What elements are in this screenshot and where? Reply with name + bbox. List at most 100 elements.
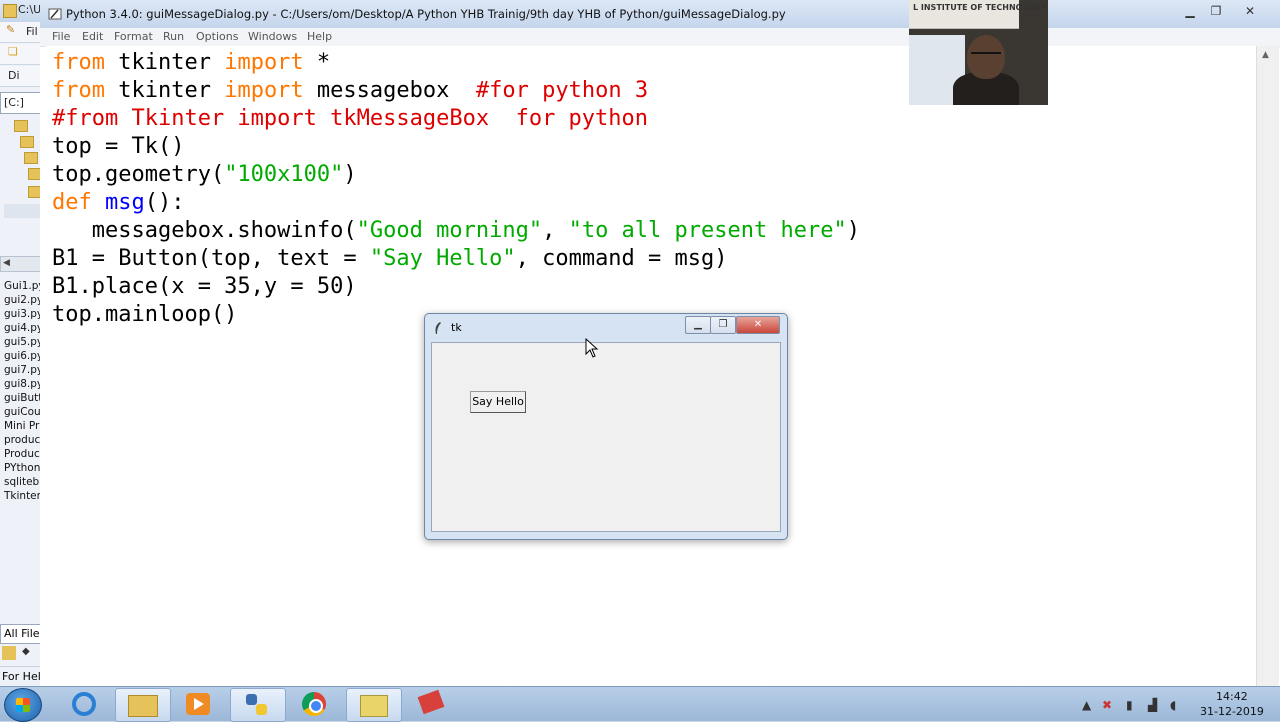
tray-arrow-icon[interactable]: ▲	[1082, 698, 1091, 712]
menu-windows[interactable]: Windows	[248, 30, 297, 43]
string-literal: "Say Hello"	[369, 246, 516, 271]
menu-edit[interactable]: Edit	[82, 30, 103, 43]
tree-horizontal-scrollbar[interactable]: ◀	[0, 256, 42, 272]
maximize-button[interactable]: ❐	[1202, 2, 1230, 20]
sign-text: L INSTITUTE OF TECHNOLOGY	[913, 3, 1047, 12]
file-item[interactable]: Produc	[0, 447, 40, 461]
scroll-up-icon[interactable]: ▲	[1262, 50, 1269, 60]
code-text: ():	[144, 190, 185, 215]
explorer-title: C:\U	[18, 3, 42, 16]
taskbar-python[interactable]	[230, 688, 286, 722]
code-line: B1.place(x = 35,y = 50)	[52, 273, 357, 301]
tree-folder-icon[interactable]	[20, 136, 34, 148]
code-line: top.mainloop()	[52, 301, 237, 329]
menu-help[interactable]: Help	[307, 30, 332, 43]
file-item[interactable]: Tkinter	[0, 489, 40, 503]
filter-label: All File	[4, 627, 40, 640]
code-text: ,	[542, 218, 569, 243]
drive-selector[interactable]: [C:]	[0, 92, 42, 114]
code-line: B1 = Button(top, text = "Say Hello", com…	[52, 245, 728, 273]
file-item[interactable]: guiButt	[0, 391, 40, 405]
taskbar-media-player[interactable]	[172, 688, 226, 720]
taskbar-app[interactable]	[404, 688, 458, 720]
taskbar-chrome[interactable]	[288, 688, 342, 720]
tk-close-button[interactable]: ✕	[736, 316, 780, 334]
start-button[interactable]	[4, 688, 42, 722]
file-item[interactable]: gui6.py	[0, 349, 40, 363]
institute-sign: L INSTITUTE OF TECHNOLOGY	[909, 0, 1046, 29]
keyword: import	[224, 50, 304, 75]
code-text: )	[846, 218, 860, 243]
taskbar-files[interactable]	[346, 688, 402, 722]
folder-icon[interactable]	[2, 646, 16, 660]
say-hello-button[interactable]: Say Hello	[470, 391, 526, 413]
battery-icon[interactable]: ▮	[1126, 698, 1133, 712]
code-line: top = Tk()	[52, 133, 184, 161]
menu-run[interactable]: Run	[163, 30, 184, 43]
tree-folder-icon[interactable]	[24, 152, 38, 164]
file-item[interactable]: gui2.py	[0, 293, 40, 307]
webcam-overlay: L INSTITUTE OF TECHNOLOGY	[909, 0, 1048, 105]
tree-folder-icon[interactable]	[14, 120, 28, 132]
explorer-toolbar-2[interactable]: ❏	[0, 44, 44, 65]
explorer-titlebar[interactable]: C:\U	[0, 0, 44, 22]
file-filter-select[interactable]: All File	[0, 624, 42, 644]
menu-options[interactable]: Options	[196, 30, 238, 43]
taskbar-explorer[interactable]	[115, 688, 171, 722]
eraser-icon	[417, 689, 445, 715]
menu-bar: File Edit Format Run Options Windows Hel…	[40, 28, 1280, 47]
file-item[interactable]: gui5.py	[0, 335, 40, 349]
chrome-center-icon	[309, 699, 323, 713]
string-literal: "Good morning"	[356, 218, 543, 243]
explorer-dir-label: Di	[0, 66, 44, 87]
code-text: *	[303, 50, 331, 75]
taskbar-ie[interactable]	[58, 688, 112, 720]
volume-icon[interactable]: ◖	[1170, 698, 1176, 712]
keyword: from	[52, 78, 105, 103]
file-list: Gui1.py gui2.py gui3.py gui4.py gui5.py …	[0, 279, 40, 503]
menu-file[interactable]: File	[52, 30, 70, 43]
tk-client-area: Say Hello	[431, 342, 781, 532]
play-icon	[194, 698, 204, 710]
string-literal: "to all present here"	[568, 218, 847, 243]
file-item[interactable]: gui3.py	[0, 307, 40, 321]
minimize-button[interactable]: ▁	[1176, 2, 1204, 20]
scroll-left-icon[interactable]: ◀	[3, 258, 10, 268]
code-text: top.mainloop()	[52, 302, 238, 327]
idle-titlebar[interactable]: Python 3.4.0: guiMessageDialog.py - C:/U…	[40, 0, 1280, 29]
string-literal: "100x100"	[224, 162, 344, 187]
background-explorer-window: C:\U Fil ✎ ❏ Di [C:] ◀ Gui1.py gui2.py g…	[0, 0, 45, 686]
file-item[interactable]: gui8.py	[0, 377, 40, 391]
tk-maximize-button[interactable]: ❐	[710, 316, 736, 334]
code-text: tkinter	[104, 78, 225, 103]
diamond-icon[interactable]: ◆	[22, 646, 30, 657]
signal-icon[interactable]: ▟	[1148, 698, 1157, 712]
network-error-icon[interactable]: ✖	[1102, 698, 1112, 712]
clock-date[interactable]: 31-12-2019	[1200, 705, 1264, 718]
file-item[interactable]: sqliteb	[0, 475, 40, 489]
code-text: B1.place(x = 35,y = 50)	[52, 274, 357, 299]
menu-format[interactable]: Format	[114, 30, 153, 43]
file-item[interactable]: guiCou	[0, 405, 40, 419]
tk-minimize-button[interactable]: ▁	[685, 316, 711, 334]
status-text: For Hel	[2, 670, 41, 683]
tree-selected-row[interactable]	[4, 204, 40, 218]
explorer-statusbar: For Hel	[0, 666, 44, 686]
file-item[interactable]: Mini Pr	[0, 419, 40, 433]
file-item[interactable]: gui4.py	[0, 321, 40, 335]
file-item[interactable]: produc	[0, 433, 40, 447]
pencil-icon: ✎	[6, 23, 16, 36]
comment: #from Tkinter import tkMessageBox for py…	[52, 106, 649, 131]
clock-time[interactable]: 14:42	[1216, 690, 1248, 703]
code-text: messagebox	[303, 78, 476, 103]
explorer-toolbar[interactable]: Fil ✎	[0, 22, 44, 43]
file-item[interactable]: gui7.py	[0, 363, 40, 377]
editor-vertical-scrollbar[interactable]: ▲	[1256, 46, 1279, 686]
file-item[interactable]: PYthon	[0, 461, 40, 475]
close-button[interactable]: ✕	[1230, 2, 1270, 20]
keyword: import	[224, 78, 304, 103]
code-line: #from Tkinter import tkMessageBox for py…	[52, 105, 648, 133]
mouse-cursor-icon	[585, 338, 599, 358]
code-text: tkinter	[104, 50, 225, 75]
file-item[interactable]: Gui1.py	[0, 279, 40, 293]
